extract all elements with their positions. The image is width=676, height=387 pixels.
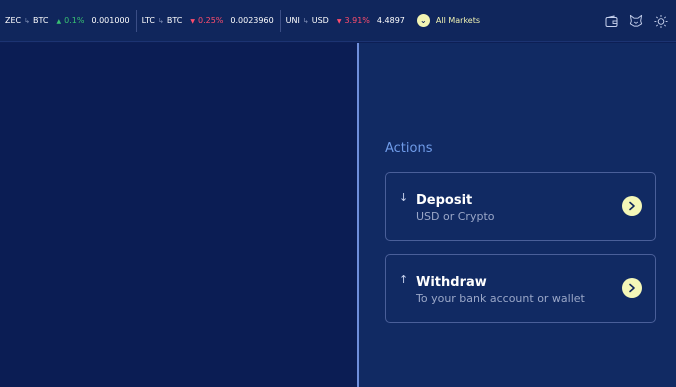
sun-icon[interactable] xyxy=(654,14,668,28)
deposit-subtitle: USD or Crypto xyxy=(416,210,495,223)
withdraw-title: Withdraw xyxy=(416,275,487,290)
ticker-base: UNI xyxy=(285,16,300,25)
top-bar: ZEC ↳ BTC ▲ 0.1% 0.001000 LTC ↳ BTC ▼ 0.25… xyxy=(0,0,676,42)
ticker-quote: USD xyxy=(311,16,329,25)
ticker-price: 0.001000 xyxy=(91,16,130,25)
top-icons xyxy=(593,0,668,42)
chevron-right-icon[interactable] xyxy=(622,196,642,216)
ticker-change: ▲ 0.1% xyxy=(57,16,85,25)
ticker-base: LTC xyxy=(141,16,155,25)
ticker-item-ltc-btc[interactable]: LTC ↳ BTC ▼ 0.25% 0.0023960 xyxy=(137,0,280,42)
ticker-change-value: 0.1% xyxy=(64,16,85,25)
pair-arrow-icon: ↳ xyxy=(24,16,30,25)
chevron-right-icon[interactable] xyxy=(622,278,642,298)
all-markets-label: All Markets xyxy=(435,16,481,25)
withdraw-card[interactable]: ↑ Withdraw To your bank account or walle… xyxy=(385,254,656,323)
up-triangle-icon: ▲ xyxy=(56,18,62,25)
ticker-change-value: 0.25% xyxy=(197,16,224,25)
pair-arrow-icon: ↳ xyxy=(302,16,309,25)
deposit-card[interactable]: ↓ Deposit USD or Crypto xyxy=(385,172,656,241)
chevron-down-icon: ⌄ xyxy=(416,14,430,27)
ticker-price: 0.0023960 xyxy=(230,16,274,25)
down-triangle-icon: ▼ xyxy=(190,18,195,25)
down-triangle-icon: ▼ xyxy=(336,18,342,25)
ticker-change-value: 3.91% xyxy=(344,16,370,25)
all-markets-button[interactable]: ⌄ All Markets xyxy=(416,14,481,27)
fox-icon[interactable] xyxy=(629,14,643,28)
actions-title: Actions xyxy=(385,141,433,156)
arrow-up-icon: ↑ xyxy=(399,273,409,286)
withdraw-subtitle: To your bank account or wallet xyxy=(416,292,585,305)
pair-arrow-icon: ↳ xyxy=(157,16,164,25)
ticker-quote: BTC xyxy=(33,16,49,25)
ticker-base: ZEC xyxy=(5,16,22,25)
ticker-item-zec-btc[interactable]: ZEC ↳ BTC ▲ 0.1% 0.001000 xyxy=(0,0,136,42)
chart-area xyxy=(0,43,358,387)
ticker-quote: BTC xyxy=(166,16,183,25)
wallet-icon[interactable] xyxy=(604,14,618,28)
arrow-down-icon: ↓ xyxy=(399,191,409,204)
ticker-change: ▼ 0.25% xyxy=(190,16,223,25)
ticker-item-uni-usd[interactable]: UNI ↳ USD ▼ 3.91% 4.4897 xyxy=(281,0,411,42)
ticker-change: ▼ 3.91% xyxy=(337,16,370,25)
ticker-price: 4.4897 xyxy=(376,16,405,25)
deposit-title: Deposit xyxy=(416,193,473,208)
